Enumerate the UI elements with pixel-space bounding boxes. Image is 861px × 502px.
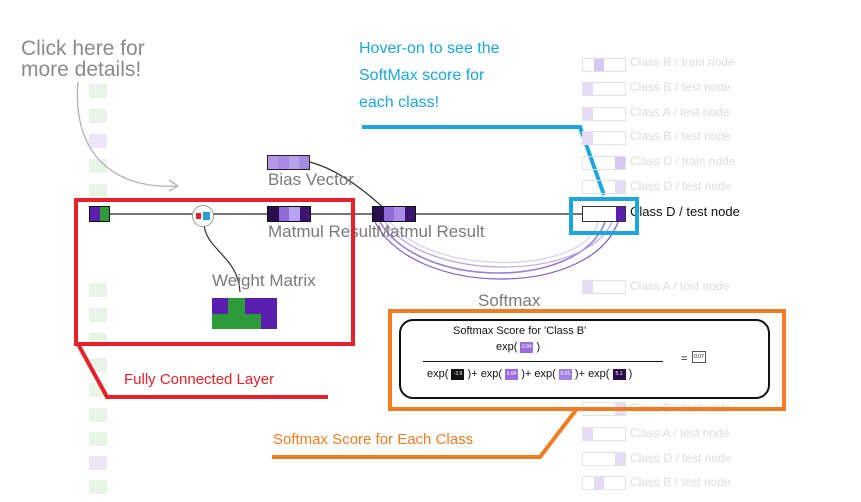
arrow-head-icon: [168, 179, 179, 192]
denominator-term: exp(: [480, 368, 503, 380]
class-label: Class B / test node: [630, 80, 731, 94]
hover-hint-line: SoftMax score for: [359, 67, 485, 84]
numerator-suffix: ): [536, 341, 541, 353]
class-label: Class B / test node: [630, 475, 731, 489]
class-vector[interactable]: [582, 280, 626, 294]
fc-layer-label: Fully Connected Layer: [124, 371, 275, 388]
class-vector[interactable]: [582, 82, 626, 96]
details-hint-line: more details!: [21, 58, 142, 81]
formula-denominator: exp( -3.9 )+ exp( 0.84 )+ exp( 0.01 )+ e…: [427, 368, 632, 380]
class-vector[interactable]: [582, 107, 626, 121]
hover-hint-line: Hover-on to see the: [359, 40, 500, 57]
vector-cell: [298, 156, 309, 169]
score-chip[interactable]: 0.84: [505, 368, 519, 380]
formula-title: Softmax Score for 'Class B': [453, 325, 587, 337]
class-vector[interactable]: [582, 156, 626, 170]
fraction-bar: [423, 361, 663, 362]
denominator-term: exp(: [534, 368, 556, 380]
class-label: Class A / test node: [630, 426, 730, 440]
denominator-term: ): [628, 368, 633, 380]
denominator-term: )+: [574, 368, 585, 380]
vector-cell: [373, 207, 384, 221]
denominator-term: )+: [467, 368, 478, 380]
softmax-each-label: Softmax Score for Each Class: [273, 431, 474, 448]
numerator-prefix: exp(: [496, 341, 518, 353]
softmax-label: Softmax: [478, 291, 541, 310]
class-label: Class A / test node: [630, 105, 730, 119]
class-label: Class B / test node: [630, 129, 731, 143]
class-vector[interactable]: [582, 131, 626, 145]
formula-result: 0.07: [692, 351, 706, 363]
vector-cell: [288, 156, 299, 169]
bias-add-result-label: Matmul Result: [376, 222, 485, 241]
class-label: Class D / test node: [630, 451, 732, 465]
denominator-term: exp(: [427, 368, 449, 380]
vector-cell: [278, 156, 289, 169]
class-vector[interactable]: [582, 476, 626, 490]
class-vector[interactable]: [582, 427, 626, 441]
vector-cell: [268, 156, 279, 169]
score-chip[interactable]: 0.01: [558, 368, 572, 380]
score-chip[interactable]: 5.1: [612, 368, 626, 380]
softmax-score-panel: Softmax Score for 'Class B' exp( 0.84 ) …: [388, 309, 786, 411]
formula-numerator: exp( 0.84 ): [496, 341, 540, 353]
softmax-formula: Softmax Score for 'Class B' exp( 0.84 ) …: [399, 319, 770, 399]
class-vector[interactable]: [582, 58, 626, 72]
hover-hint-line: each class!: [359, 94, 440, 111]
bias-vector-label: Bias Vector: [268, 170, 354, 189]
vector-cell: [394, 207, 405, 221]
hover-highlight: [569, 197, 639, 235]
denominator-term: exp(: [588, 368, 610, 380]
class-label: Class D / test node: [630, 179, 732, 193]
details-arrow: [76, 81, 179, 187]
details-hint-line: Click here for: [21, 37, 145, 60]
score-chip[interactable]: 0.84: [520, 341, 534, 353]
class-vector[interactable]: [582, 452, 626, 466]
bias-vector[interactable]: [267, 155, 310, 170]
vector-cell: [383, 207, 394, 221]
class-label: Class A / test node: [630, 279, 730, 293]
score-chip[interactable]: -3.9: [451, 368, 465, 380]
details-hint[interactable]: Click here for more details!: [21, 38, 145, 80]
class-label: Class D / train node: [630, 154, 736, 168]
class-label-active: Class D / test node: [630, 204, 740, 219]
bias-add-result-vector[interactable]: [372, 206, 416, 222]
hover-pointer-line: [362, 125, 606, 196]
vector-cell: [404, 207, 415, 221]
class-vector[interactable]: [582, 180, 626, 194]
denominator-term: )+: [521, 368, 532, 380]
formula-equals: =: [681, 353, 688, 365]
class-label: Class B / train node: [630, 55, 735, 69]
hover-hint: Hover-on to see the SoftMax score for ea…: [359, 35, 500, 116]
fc-layer-highlight: [74, 198, 355, 346]
